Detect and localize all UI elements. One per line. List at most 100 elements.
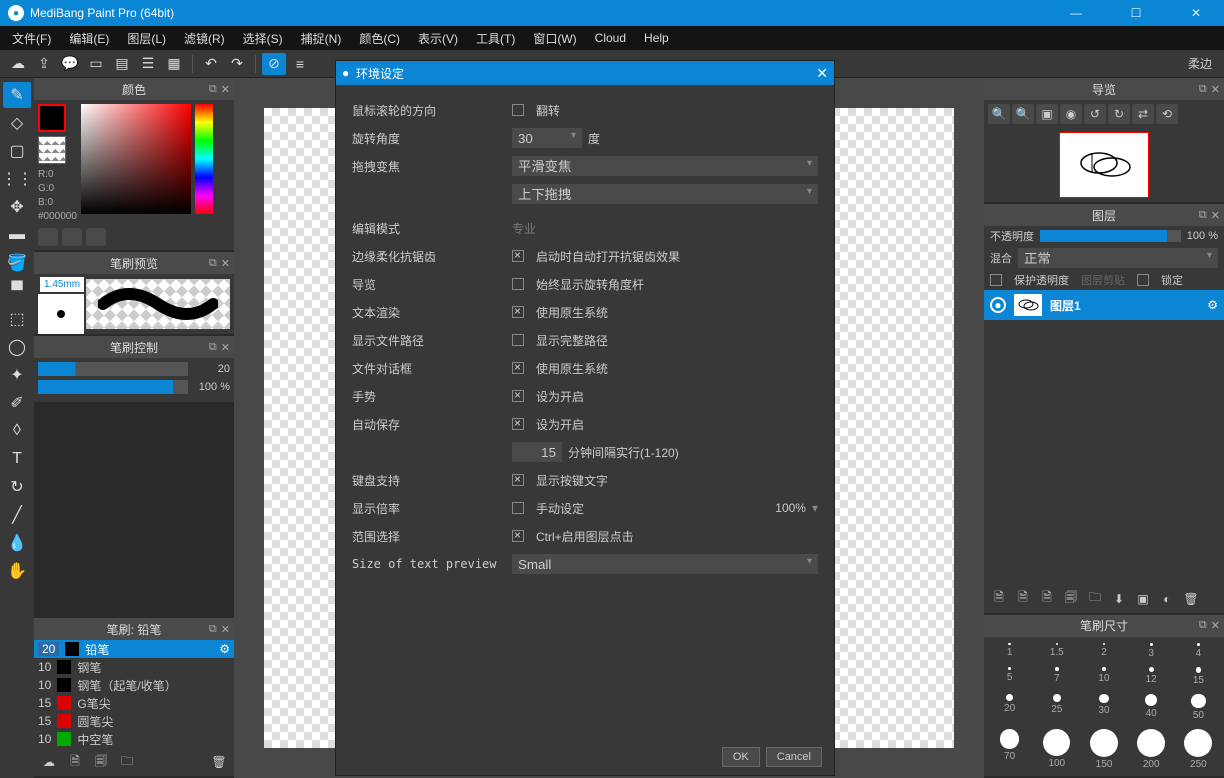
brush-size-cell[interactable]: 7: [1037, 667, 1076, 686]
select-rect-tool[interactable]: ⬚: [3, 306, 31, 332]
select-erase-tool[interactable]: ◊: [3, 418, 31, 444]
wheel-mode-icon[interactable]: [62, 228, 82, 246]
brush-size-cell[interactable]: 12: [1132, 667, 1171, 686]
menu-edit[interactable]: 编辑(E): [61, 28, 117, 49]
wheel-flip-check[interactable]: [512, 104, 524, 116]
palette-mode-icon[interactable]: [38, 228, 58, 246]
brush-size-cell[interactable]: 15: [1179, 667, 1218, 686]
cloud-icon[interactable]: ☁: [6, 53, 30, 75]
nav-preview[interactable]: [1059, 132, 1149, 198]
file-dlg-check[interactable]: [512, 362, 524, 374]
menu-cloud[interactable]: Cloud: [587, 29, 634, 47]
eyedropper-tool[interactable]: 💧: [3, 530, 31, 556]
gear-icon[interactable]: ⚙: [1207, 298, 1218, 312]
select-pen-tool[interactable]: ✐: [3, 390, 31, 416]
brush-size-cell[interactable]: 200: [1132, 729, 1171, 770]
menu-help[interactable]: Help: [636, 29, 677, 47]
clip-icon[interactable]: ▣: [1132, 589, 1154, 609]
cancel-button[interactable]: Cancel: [766, 747, 822, 767]
close-icon[interactable]: ✕: [1211, 619, 1220, 632]
close-icon[interactable]: ✕: [221, 83, 230, 96]
brush-item[interactable]: 10钢笔: [34, 658, 234, 676]
popout-icon[interactable]: ⧉: [1199, 619, 1207, 632]
brush-item[interactable]: 15圆笔尖: [34, 712, 234, 730]
bucket-tool[interactable]: 🪣: [3, 250, 31, 276]
undo-button[interactable]: ↶: [199, 53, 223, 75]
brush-size-slider[interactable]: [38, 362, 188, 376]
close-icon[interactable]: ✕: [221, 341, 230, 354]
popout-icon[interactable]: ⧉: [209, 83, 217, 96]
zoom-in-icon[interactable]: 🔍: [988, 104, 1010, 124]
note-icon[interactable]: ▭: [84, 53, 108, 75]
brush-size-cell[interactable]: 3: [1132, 643, 1171, 659]
range-sel-check[interactable]: [512, 530, 524, 542]
menu-file[interactable]: 文件(F): [4, 28, 59, 49]
sv-picker[interactable]: [81, 104, 191, 214]
minimize-button[interactable]: —: [1056, 6, 1096, 20]
text-render-check[interactable]: [512, 306, 524, 318]
shape-tool[interactable]: ▢: [3, 138, 31, 164]
brush-size-cell[interactable]: 25: [1037, 694, 1076, 722]
dialog-close-button[interactable]: ✕: [816, 65, 828, 82]
kb-check[interactable]: [512, 474, 524, 486]
popout-icon[interactable]: ⧉: [209, 257, 217, 270]
fit-icon[interactable]: ▣: [1036, 104, 1058, 124]
delete-brush-icon[interactable]: 🗑: [208, 752, 230, 772]
zoom-manual-check[interactable]: [512, 502, 524, 514]
hue-slider[interactable]: [195, 104, 213, 214]
menu-filter[interactable]: 滤镜(R): [176, 28, 233, 49]
popout-icon[interactable]: ⧉: [1199, 83, 1207, 96]
brush-item[interactable]: 20铅笔⚙: [34, 640, 234, 658]
zoom-out-icon[interactable]: 🔍: [1012, 104, 1034, 124]
brush-size-cell[interactable]: 5: [990, 667, 1029, 686]
nav-check[interactable]: [512, 278, 524, 290]
hand-tool[interactable]: ✋: [3, 558, 31, 584]
ok-button[interactable]: OK: [722, 747, 760, 767]
dot-tool[interactable]: ⋮⋮: [3, 166, 31, 192]
gradient-mode-icon[interactable]: [86, 228, 106, 246]
popout-icon[interactable]: ⧉: [209, 341, 217, 354]
list-icon[interactable]: ☰: [136, 53, 160, 75]
brush-size-cell[interactable]: 40: [1132, 694, 1171, 722]
flip-icon[interactable]: ⇄: [1132, 104, 1154, 124]
brush-size-cell[interactable]: 1.5: [1037, 643, 1076, 659]
brush-size-cell[interactable]: 30: [1084, 694, 1123, 722]
drag-dir-select[interactable]: 上下拖拽: [512, 184, 818, 204]
brush-item[interactable]: 15G笔尖: [34, 694, 234, 712]
redo-button[interactable]: ↷: [225, 53, 249, 75]
add-brush-cloud-icon[interactable]: ☁: [38, 752, 60, 772]
popout-icon[interactable]: ⧉: [209, 623, 217, 636]
actual-icon[interactable]: ◉: [1060, 104, 1082, 124]
brush-item[interactable]: 10中空笔: [34, 730, 234, 748]
rotate-r-icon[interactable]: ↻: [1108, 104, 1130, 124]
popout-icon[interactable]: ⧉: [1199, 209, 1207, 222]
protect-alpha-check[interactable]: [990, 274, 1002, 286]
gesture-check[interactable]: [512, 390, 524, 402]
delete-layer-icon[interactable]: 🗑: [1180, 589, 1202, 609]
operation-tool[interactable]: ↻: [3, 474, 31, 500]
drag-zoom-select[interactable]: 平滑变焦: [512, 156, 818, 176]
lock-check[interactable]: [1137, 274, 1149, 286]
fill-tool[interactable]: ▬: [3, 222, 31, 248]
close-icon[interactable]: ✕: [1211, 83, 1220, 96]
blend-select[interactable]: 正常: [1018, 248, 1218, 268]
snap-parallel-button[interactable]: ≡: [288, 53, 312, 75]
brush-size-cell[interactable]: 70: [990, 729, 1029, 770]
mask-icon[interactable]: ◐: [1156, 589, 1178, 609]
brush-group-icon[interactable]: 🗀: [116, 752, 138, 772]
reset-icon[interactable]: ⟲: [1156, 104, 1178, 124]
autosave-check[interactable]: [512, 418, 524, 430]
rotate-l-icon[interactable]: ↺: [1084, 104, 1106, 124]
close-icon[interactable]: ✕: [1211, 209, 1220, 222]
new-layer2-icon[interactable]: 🗎: [1012, 589, 1034, 609]
layer-item[interactable]: ● 图层1 ⚙: [984, 290, 1224, 320]
menu-snap[interactable]: 捕捉(N): [293, 28, 350, 49]
close-icon[interactable]: ✕: [221, 623, 230, 636]
text-tool[interactable]: T: [3, 446, 31, 472]
dup-brush-icon[interactable]: 🗐: [90, 752, 112, 772]
layer-opacity-slider[interactable]: [1040, 230, 1181, 242]
maximize-button[interactable]: ☐: [1116, 6, 1156, 20]
menu-layer[interactable]: 图层(L): [119, 28, 174, 49]
brush-size-cell[interactable]: 1: [990, 643, 1029, 659]
brush-size-cell[interactable]: 10: [1084, 667, 1123, 686]
